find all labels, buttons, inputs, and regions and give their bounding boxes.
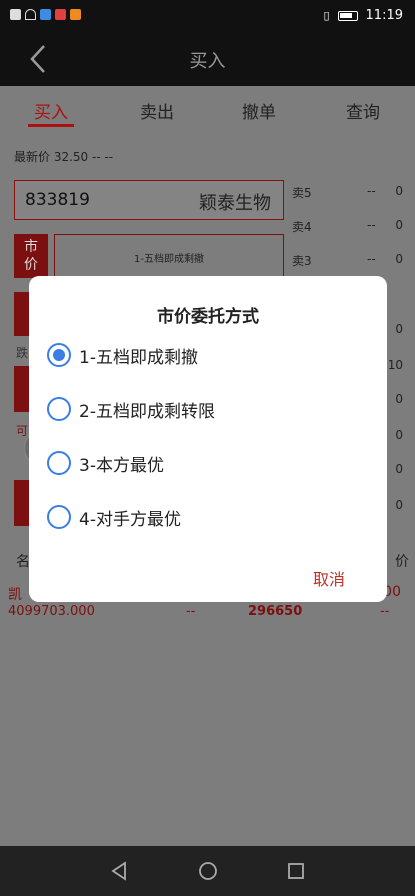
market-order-type-dialog: 市价委托方式 1-五档即成剩撤 2-五档即成剩转限 3-本方最优 4-对手方最优… bbox=[29, 276, 387, 602]
radio-checked-icon[interactable] bbox=[47, 343, 71, 367]
option-own-best[interactable]: 3-本方最优 bbox=[47, 448, 164, 478]
trade-tabs: 买入 卖出 撤单 查询 bbox=[0, 86, 415, 134]
stock-code: 833819 bbox=[25, 190, 90, 210]
holding-amount: 4099703.000 bbox=[8, 604, 95, 619]
market-tag-line2: 价 bbox=[24, 257, 38, 273]
holding-col4: -- bbox=[380, 604, 390, 619]
header-name-col: 名 bbox=[16, 554, 30, 570]
holding-col2: -- bbox=[186, 604, 196, 619]
option-label: 1-五档即成剩撤 bbox=[79, 347, 198, 368]
ob-volume: 0 bbox=[395, 252, 403, 266]
ob-price: -- bbox=[367, 184, 376, 198]
active-tab-indicator bbox=[28, 124, 74, 127]
radio-unchecked-icon[interactable] bbox=[47, 505, 71, 529]
ob-volume: 0 bbox=[395, 392, 403, 406]
tab-query[interactable]: 查询 bbox=[346, 98, 380, 123]
cancel-button[interactable]: 取消 bbox=[313, 566, 345, 590]
ob-volume: 0 bbox=[395, 218, 403, 232]
page-title: 买入 bbox=[189, 51, 226, 72]
ob-volume: 0 bbox=[395, 322, 403, 336]
status-right: ▯ 11:19 bbox=[323, 8, 403, 23]
vibrate-icon: ▯ bbox=[323, 9, 330, 22]
holding-value: 296650 bbox=[248, 604, 303, 619]
option-label: 3-本方最优 bbox=[79, 455, 164, 476]
tab-sell[interactable]: 卖出 bbox=[140, 98, 174, 123]
stock-name: 颖泰生物 bbox=[199, 193, 271, 214]
back-triangle-icon[interactable] bbox=[108, 860, 130, 882]
ob-price: -- bbox=[367, 218, 376, 232]
sim-icon bbox=[10, 9, 21, 20]
status-bar: ▯ 11:19 bbox=[0, 0, 415, 32]
ob-level: 卖4 bbox=[292, 220, 312, 234]
market-tag-line1: 市 bbox=[24, 239, 38, 255]
ob-volume: 0 bbox=[395, 184, 403, 198]
notification-icons bbox=[10, 9, 81, 20]
header-price-col: 价 bbox=[395, 554, 409, 570]
radio-unchecked-icon[interactable] bbox=[47, 451, 71, 475]
option-five-level-cancel[interactable]: 1-五档即成剩撤 bbox=[47, 340, 198, 370]
recents-square-icon[interactable] bbox=[285, 860, 307, 882]
ob-volume: 0 bbox=[395, 462, 403, 476]
fall-limit-label: 跌 bbox=[16, 346, 29, 360]
stock-code-input[interactable]: 833819 颖泰生物 bbox=[14, 180, 284, 220]
ob-price: -- bbox=[367, 252, 376, 266]
holding-name: 凯 bbox=[8, 587, 22, 603]
option-counterparty-best[interactable]: 4-对手方最优 bbox=[47, 502, 181, 532]
dialog-title: 市价委托方式 bbox=[157, 307, 259, 327]
home-circle-icon[interactable] bbox=[197, 860, 219, 882]
ob-level: 卖3 bbox=[292, 254, 312, 268]
wifi-icon bbox=[25, 9, 36, 20]
tab-cancel-order[interactable]: 撤单 bbox=[242, 98, 276, 123]
status-time: 11:19 bbox=[365, 8, 403, 23]
ob-volume: 0 bbox=[395, 498, 403, 512]
system-nav-bar bbox=[0, 846, 415, 896]
tab-buy[interactable]: 买入 bbox=[34, 98, 68, 123]
option-label: 4-对手方最优 bbox=[79, 509, 181, 530]
option-five-level-to-limit[interactable]: 2-五档即成剩转限 bbox=[47, 394, 215, 424]
radio-unchecked-icon[interactable] bbox=[47, 397, 71, 421]
video-icon bbox=[70, 9, 81, 20]
app-notification-icon bbox=[40, 9, 51, 20]
message-icon bbox=[55, 9, 66, 20]
ob-volume: 0 bbox=[395, 428, 403, 442]
latest-price: 最新价 32.50 -- -- bbox=[14, 150, 114, 164]
battery-icon bbox=[337, 10, 358, 21]
nav-bar: 买入 bbox=[0, 32, 415, 86]
market-price-tag[interactable]: 市 价 bbox=[14, 234, 48, 278]
ob-volume: 10 bbox=[387, 358, 403, 372]
option-label: 2-五档即成剩转限 bbox=[79, 401, 215, 422]
ob-level: 卖5 bbox=[292, 186, 312, 200]
